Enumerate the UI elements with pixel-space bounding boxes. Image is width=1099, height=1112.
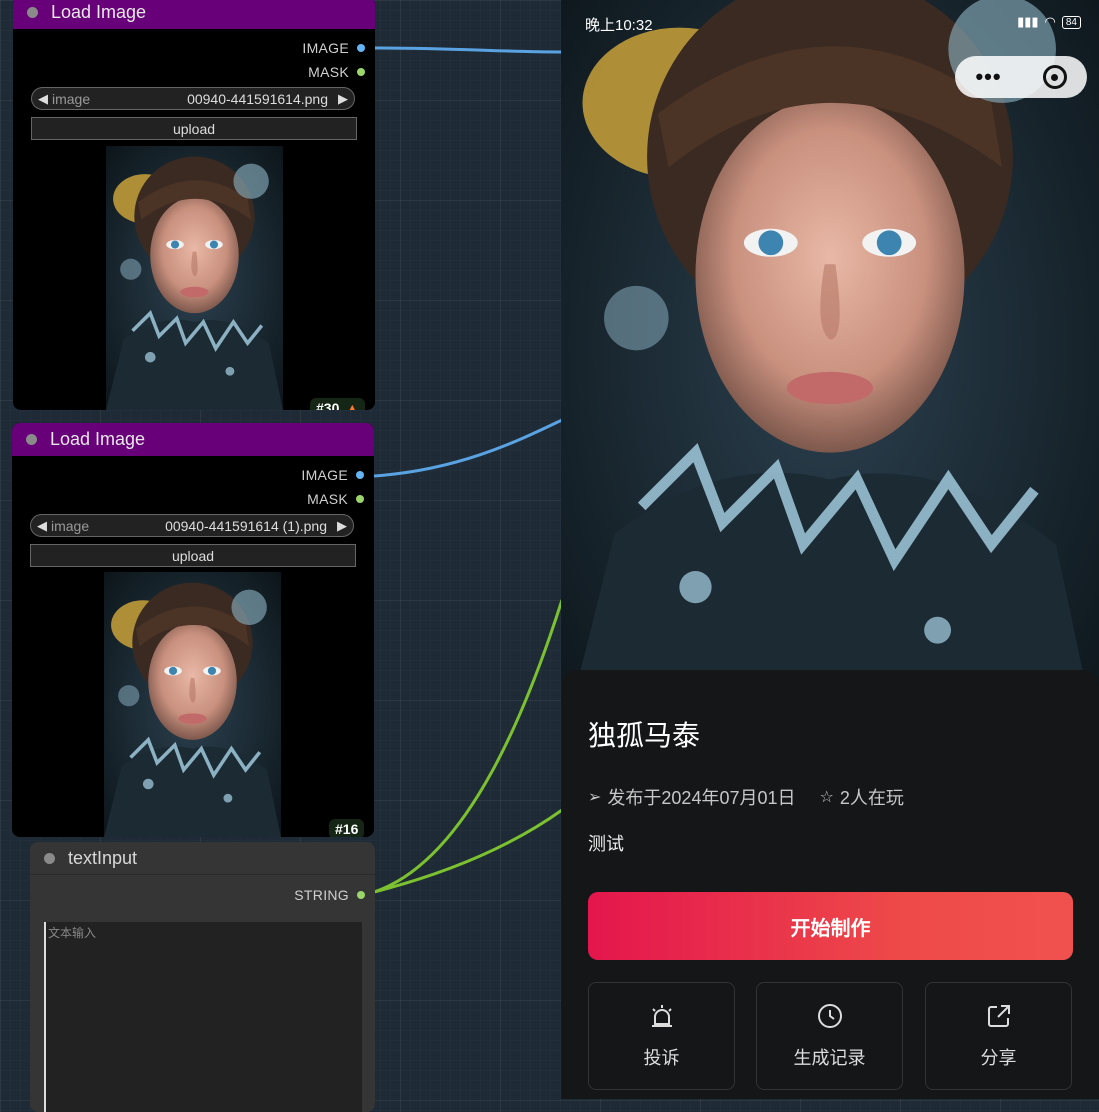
- report-label: 投诉: [643, 1048, 680, 1068]
- output-string[interactable]: STRING: [294, 887, 365, 903]
- output-string-label: STRING: [294, 887, 349, 903]
- node-title: textInput: [68, 847, 138, 868]
- meta-row: ➢ 发布于2024年07月01日 ☆ 2人在玩: [588, 784, 904, 810]
- status-time: 晚上10:32: [585, 17, 653, 34]
- image-combo[interactable]: ◀ image 00940-441591614.png ▶: [31, 87, 355, 110]
- load-image-node-30[interactable]: Load Image IMAGE MASK ◀ image 00940-4415…: [13, 0, 375, 410]
- star-icon: ☆: [819, 789, 834, 806]
- output-image[interactable]: IMAGE: [301, 467, 364, 483]
- send-icon: ➢: [588, 789, 602, 806]
- node-header[interactable]: textInput: [30, 842, 375, 875]
- output-mask-port[interactable]: [357, 68, 365, 76]
- share-label: 分享: [980, 1048, 1017, 1068]
- status-icons: ▮▮▮ ◠ 84: [1017, 14, 1081, 30]
- wire-image-2: [373, 418, 563, 478]
- collapse-dot-icon[interactable]: [27, 7, 38, 18]
- output-mask-label: MASK: [307, 491, 348, 507]
- arrow-right-icon[interactable]: ▶: [337, 518, 347, 534]
- alarm-icon: [651, 1005, 672, 1027]
- arrow-left-icon[interactable]: ◀: [37, 518, 47, 534]
- collapse-dot-icon[interactable]: [26, 434, 37, 445]
- hero-image: [561, 0, 1099, 690]
- collapse-dot-icon[interactable]: [44, 852, 55, 864]
- output-string-port[interactable]: [357, 891, 365, 899]
- output-mask-label: MASK: [308, 64, 349, 80]
- output-mask[interactable]: MASK: [307, 491, 364, 507]
- wifi-icon: ◠: [1044, 14, 1056, 29]
- arrow-left-icon[interactable]: ◀: [38, 91, 48, 107]
- output-image-label: IMAGE: [302, 40, 349, 56]
- node-id-badge: #16: [329, 819, 365, 837]
- output-mask-port[interactable]: [356, 495, 364, 503]
- node-header[interactable]: Load Image: [13, 0, 375, 29]
- combo-label: image: [52, 90, 91, 107]
- output-image-port[interactable]: [357, 44, 365, 52]
- work-title: 独孤马泰: [588, 720, 701, 751]
- text-input-node[interactable]: textInput STRING 文本输入: [30, 842, 375, 1112]
- output-image[interactable]: IMAGE: [302, 40, 365, 56]
- node-title: Load Image: [51, 2, 147, 22]
- share-icon: [987, 1005, 1010, 1027]
- combo-value: 00940-441591614.png: [187, 90, 328, 107]
- history-label: 生成记录: [793, 1048, 866, 1068]
- node-id-badge: #30 ▲: [310, 398, 366, 410]
- wire-string-2: [373, 808, 563, 894]
- share-button[interactable]: 分享: [925, 982, 1072, 1090]
- node-id: #16: [335, 821, 359, 837]
- wire-string-1: [373, 599, 564, 894]
- node-header[interactable]: Load Image: [12, 423, 374, 456]
- wire-image-1: [373, 46, 563, 54]
- output-image-label: IMAGE: [301, 467, 348, 483]
- combo-label: image: [51, 517, 90, 534]
- arrow-right-icon[interactable]: ▶: [338, 91, 348, 107]
- upload-button[interactable]: upload: [31, 117, 357, 140]
- output-image-port[interactable]: [356, 471, 364, 479]
- mobile-preview: 晚上10:32 ▮▮▮ ◠ 84 ••• 独孤马泰 ➢ 发布于2024年07月0…: [561, 0, 1099, 1099]
- report-button[interactable]: 投诉: [588, 982, 735, 1090]
- fox-icon: ▲: [345, 400, 360, 410]
- text-input-area[interactable]: 文本输入: [44, 922, 362, 1112]
- close-target-icon[interactable]: [1042, 65, 1067, 89]
- load-image-node-16[interactable]: Load Image IMAGE MASK ◀ image 00940-4415…: [12, 423, 374, 837]
- history-button[interactable]: 生成记录: [756, 982, 903, 1090]
- image-preview: [104, 572, 281, 837]
- image-combo[interactable]: ◀ image 00940-441591614 (1).png ▶: [30, 514, 354, 537]
- mini-program-capsule[interactable]: •••: [955, 56, 1087, 98]
- node-title: Load Image: [50, 429, 146, 449]
- start-button[interactable]: 开始制作: [588, 892, 1073, 960]
- node-id: #30: [316, 400, 340, 410]
- signal-icon: ▮▮▮: [1017, 14, 1039, 29]
- upload-button[interactable]: upload: [30, 544, 356, 567]
- detail-sheet: 独孤马泰 ➢ 发布于2024年07月01日 ☆ 2人在玩 测试 开始制作 投诉: [561, 670, 1099, 1099]
- combo-value: 00940-441591614 (1).png: [165, 517, 327, 534]
- clock-icon: [817, 1004, 842, 1028]
- publish-date: 发布于2024年07月01日: [607, 788, 796, 808]
- battery-icon: 84: [1061, 15, 1081, 29]
- image-preview: [106, 146, 283, 410]
- more-icon[interactable]: •••: [975, 64, 1001, 90]
- description: 测试: [588, 834, 624, 854]
- output-mask[interactable]: MASK: [308, 64, 365, 80]
- players-count: 2人在玩: [839, 788, 904, 808]
